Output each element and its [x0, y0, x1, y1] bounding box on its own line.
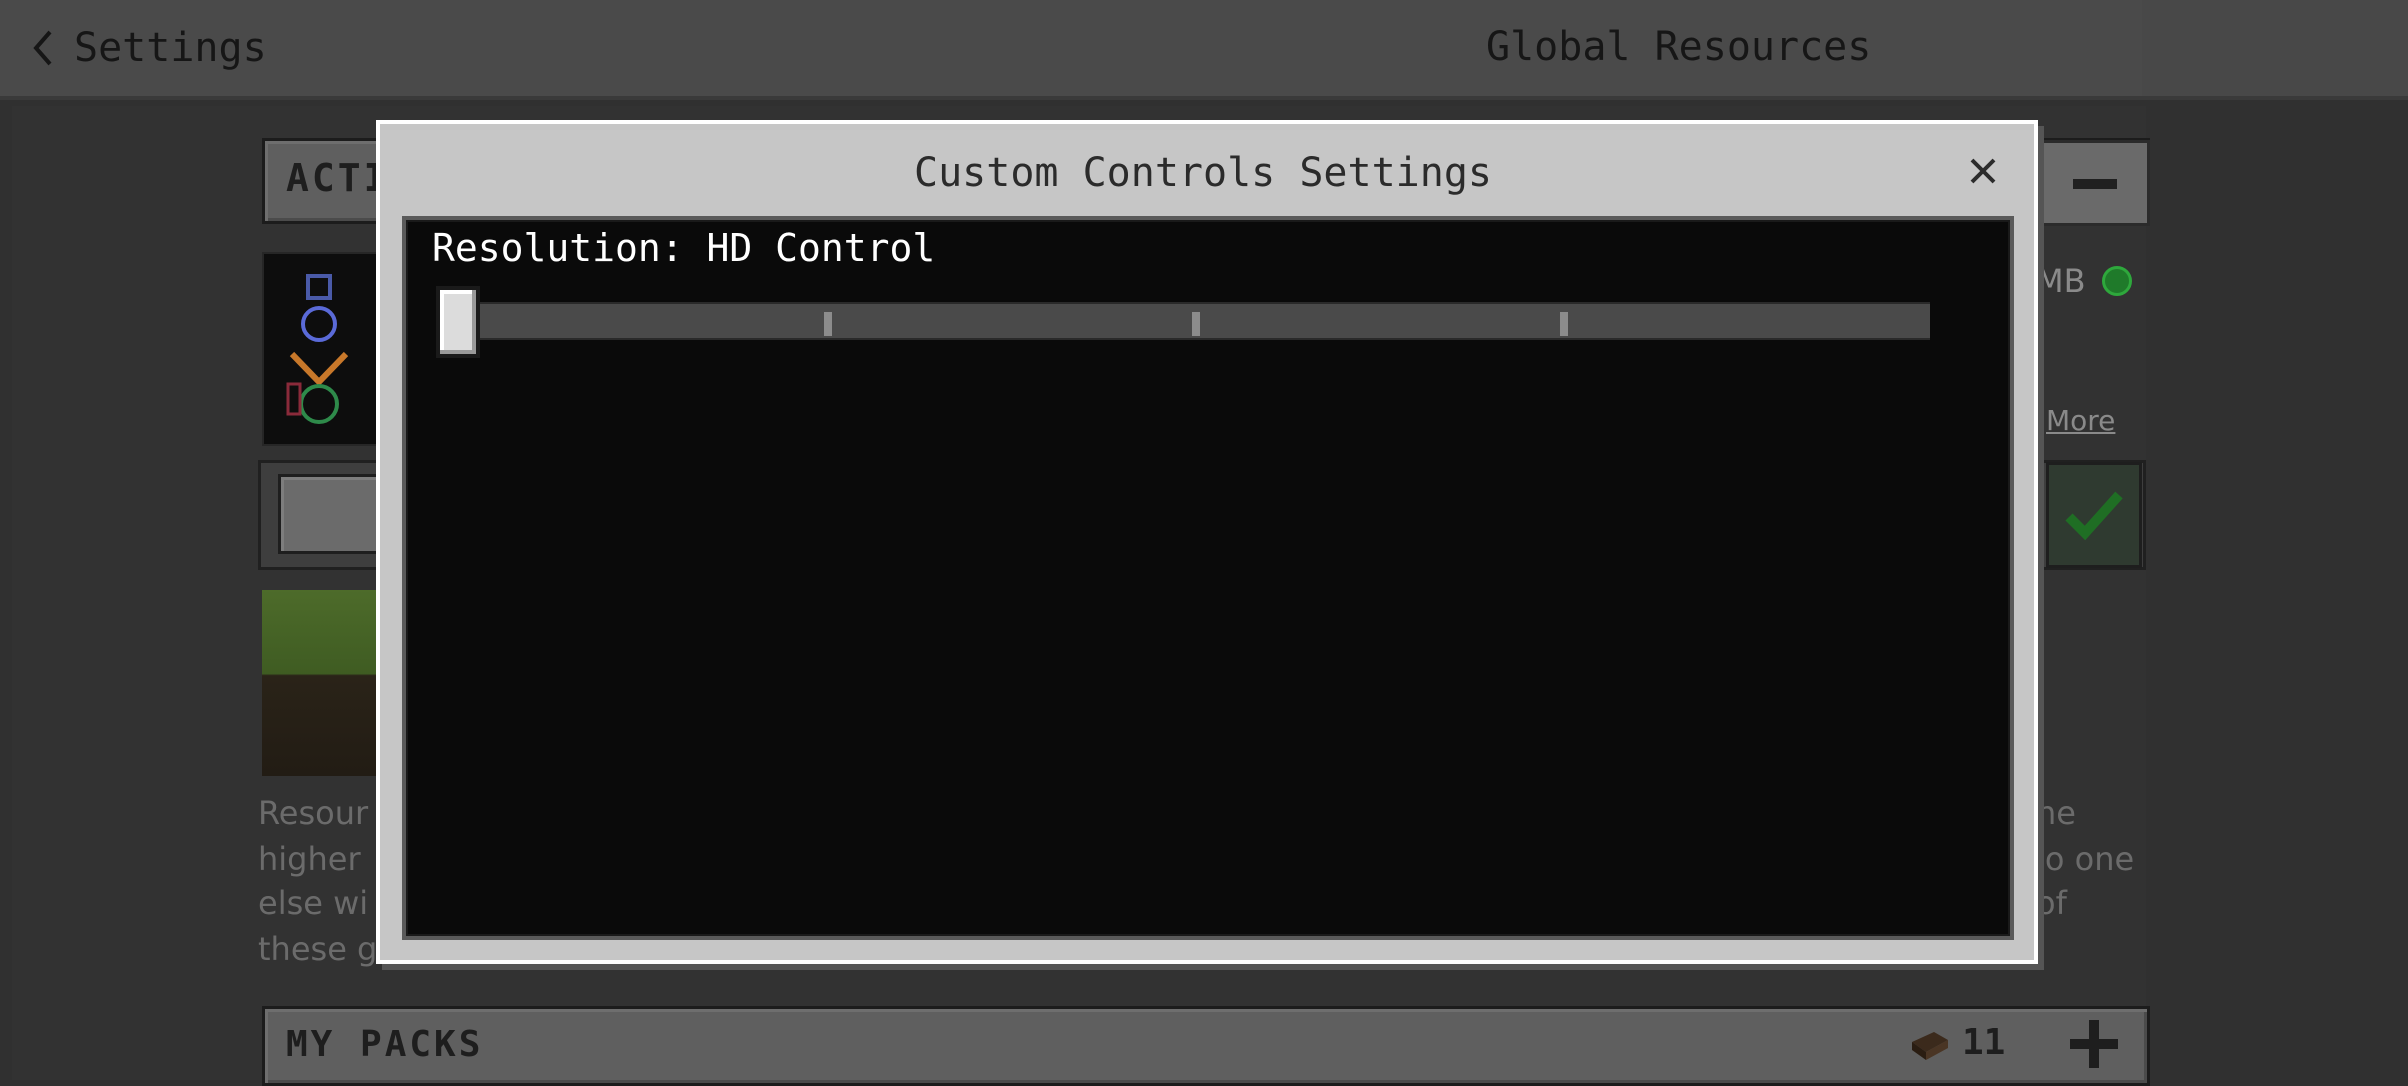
description-text: these g — [258, 930, 378, 968]
status-indicator — [2102, 266, 2132, 296]
top-bar — [0, 0, 2408, 100]
back-label: Settings — [74, 25, 267, 71]
confirm-button[interactable] — [2046, 462, 2142, 568]
my-packs-count: 11 — [1962, 1022, 2006, 1063]
my-packs-label: MY PACKS — [286, 1024, 484, 1065]
description-text: else wi — [258, 884, 369, 922]
top-bar-right-panel — [2142, 0, 2408, 96]
page-title: Global Resources — [1486, 24, 1872, 70]
minus-icon — [2073, 179, 2117, 189]
dialog-title: Custom Controls Settings — [914, 150, 1492, 196]
active-section-label: ACTI — [286, 156, 390, 200]
pack-icon — [262, 252, 384, 446]
close-button[interactable] — [1960, 148, 2006, 194]
checkmark-icon — [2065, 491, 2123, 541]
slider-tick — [1192, 312, 1200, 336]
back-button[interactable]: Settings — [30, 20, 267, 76]
close-icon — [1970, 158, 1996, 184]
grass-block-icon — [262, 590, 380, 776]
more-link[interactable]: More — [2046, 404, 2115, 437]
add-pack-button[interactable] — [2056, 1014, 2136, 1074]
slider-tick — [824, 312, 832, 336]
description-text: of — [2036, 884, 2067, 922]
resolution-slider-thumb[interactable] — [436, 286, 480, 358]
book-icon — [1912, 1032, 1948, 1060]
description-text: lo one — [2036, 840, 2135, 878]
collapse-button[interactable] — [2038, 140, 2150, 226]
resolution-slider-track[interactable] — [468, 302, 1930, 340]
chevron-left-icon — [33, 30, 52, 66]
pack-size: MB — [2036, 262, 2086, 300]
slider-tick — [1560, 312, 1568, 336]
description-text: higher — [258, 840, 361, 878]
my-packs-bar[interactable] — [262, 1006, 2150, 1086]
resolution-setting-label: Resolution: HD Control — [432, 226, 936, 270]
description-text: ne — [2036, 794, 2076, 832]
description-text: Resour — [258, 794, 369, 832]
